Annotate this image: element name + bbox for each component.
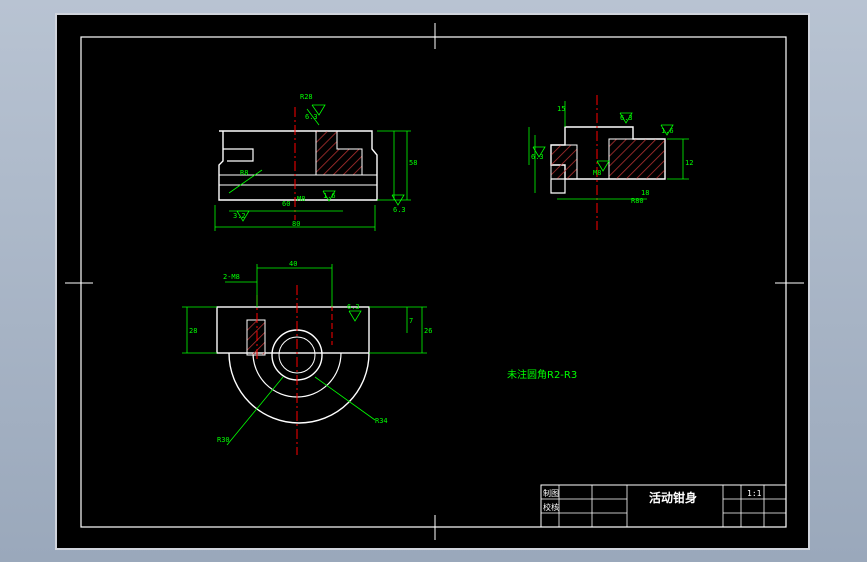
dim-front-finish-1: 6.3: [305, 113, 318, 121]
dim-top-26: 26: [424, 327, 432, 335]
centering-marks: [65, 23, 804, 540]
dim-front-finish-2: 1.6: [323, 192, 336, 200]
dim-side-18: 18: [641, 189, 649, 197]
cad-drawing-viewport[interactable]: R28 6.3 R8 58 80 60 M8 1.6 6.3 3.2 15 6.…: [55, 13, 810, 550]
side-view: 15 6.3 1.6 M8 6.3 12 18 R80: [528, 95, 693, 230]
dim-top-r30: R30: [217, 436, 230, 444]
title-block: 制图 校核 活动钳身 1:1: [540, 484, 787, 528]
dim-side-r80: R80: [631, 197, 644, 205]
dim-side-12: 12: [685, 159, 693, 167]
dim-front-m8: M8: [297, 195, 305, 203]
dim-top-2m8: 2-M8: [223, 273, 240, 281]
dim-side-finish-3: 6.3: [531, 153, 544, 161]
dim-front-58: 58: [409, 159, 417, 167]
dim-top-28: 28: [189, 327, 197, 335]
dim-top-40: 40: [289, 260, 297, 268]
dim-front-60: 60: [282, 200, 290, 208]
front-view: R28 6.3 R8 58 80 60 M8 1.6 6.3 3.2: [214, 93, 417, 231]
title-block-label-drawn: 制图: [543, 488, 559, 498]
dim-front-r8: R8: [240, 169, 248, 177]
general-note: 未注圆角R2-R3: [507, 368, 577, 381]
scale-value: 1:1: [747, 489, 762, 498]
dim-side-15: 15: [557, 105, 565, 113]
dim-front-r28: R28: [300, 93, 313, 101]
dim-side-finish-1: 6.3: [620, 114, 633, 122]
part-name: 活动钳身: [649, 490, 697, 505]
dim-top-7: 7: [409, 317, 413, 325]
top-view: 40 2-M8 6.3 7 26 28 R30 R34: [182, 260, 432, 455]
dim-top-finish: 6.3: [347, 303, 360, 311]
title-block-label-checked: 校核: [543, 502, 559, 512]
dim-side-m8: M8: [593, 169, 601, 177]
cad-drawing-canvas[interactable]: R28 6.3 R8 58 80 60 M8 1.6 6.3 3.2 15 6.…: [57, 15, 812, 552]
dim-front-finish-3: 6.3: [393, 206, 406, 214]
dim-front-80: 80: [292, 220, 300, 228]
dim-side-finish-2: 1.6: [661, 127, 674, 135]
dim-front-finish-4: 3.2: [233, 212, 246, 220]
sheet-border: [80, 36, 787, 528]
dim-top-r34: R34: [375, 417, 388, 425]
